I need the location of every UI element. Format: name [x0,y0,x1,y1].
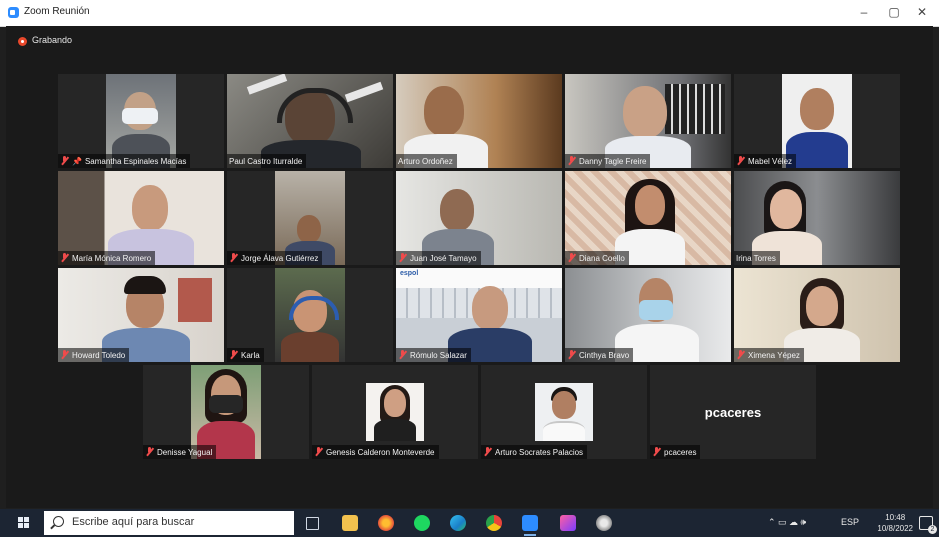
windows-taskbar: Escribe aquí para buscar ⌃ ▭ ☁ 🕪 ESP 10:… [0,509,939,537]
participant-name-tag: Paul Castro Iturralde [227,154,307,168]
paint-icon[interactable] [596,515,612,531]
firefox-icon[interactable] [378,515,394,531]
participant-tile[interactable]: Genesis Calderon Monteverde [312,365,478,459]
participant-name-tag: 📌 Samantha Espinales Macías [58,154,191,168]
participant-name-tag: Cinthya Bravo [565,348,634,362]
mic-muted-icon [567,156,576,166]
participant-name-tag: Arturo Socrates Palacios [481,445,588,459]
mic-muted-icon [229,253,238,263]
mic-muted-icon [60,350,69,360]
participant-name-tag: Arturo Ordoñez [396,154,457,168]
taskbar-clock[interactable]: 10:48 10/8/2022 [877,512,913,534]
clock-time: 10:48 [885,513,906,522]
participant-tile[interactable]: Irina Torres [734,171,900,265]
participant-tile[interactable]: Karla [227,268,393,362]
mic-muted-icon [736,350,745,360]
window-title: Zoom Reunión [24,6,90,17]
participant-tile[interactable]: Arturo Ordoñez [396,74,562,168]
participant-name-tag: Diana Coello [565,251,629,265]
restore-button[interactable]: ▢ [881,3,907,21]
task-view-icon[interactable] [306,517,319,530]
participant-tile[interactable]: Diana Coello [565,171,731,265]
mic-muted-icon [736,156,745,166]
participant-tile[interactable]: Cinthya Bravo [565,268,731,362]
participant-tile[interactable]: espol Rómulo Salazar [396,268,562,362]
participant-name-tag: Howard Toledo [58,348,130,362]
pin-icon: 📌 [72,156,82,166]
mic-muted-icon [567,253,576,263]
participant-tile[interactable]: Jorge Álava Gutiérrez [227,171,393,265]
mic-muted-icon [398,350,407,360]
participant-tile[interactable]: María Mónica Romero [58,171,224,265]
participant-display-name: pcaceres [704,405,762,420]
video-feed [275,268,345,362]
input-language[interactable]: ESP [841,517,859,527]
chrome-icon[interactable] [486,515,502,531]
edge-icon[interactable] [450,515,466,531]
participant-name-tag: Karla [227,348,264,362]
participant-tile[interactable]: Mabel Vélez [734,74,900,168]
notification-center-icon[interactable]: 2 [919,516,937,534]
mic-muted-icon [314,447,323,457]
system-tray-icons[interactable]: ⌃ ▭ ☁ 🕪 [768,517,806,528]
participant-name-tag: Denisse Yagual [143,445,217,459]
mic-muted-icon [229,350,238,360]
notification-count: 2 [928,525,937,534]
mic-muted-icon [483,447,492,457]
mic-muted-icon [398,253,407,263]
participant-name-tag: Ximena Yépez [734,348,804,362]
participant-name-tag: Danny Tagle Freire [565,154,651,168]
participant-name-tag: María Mónica Romero [58,251,156,265]
start-button[interactable] [18,517,30,529]
participant-tile[interactable]: Danny Tagle Freire [565,74,731,168]
participant-tile-active-speaker[interactable]: Paul Castro Iturralde [227,74,393,168]
profile-picture [535,383,593,441]
participant-tile[interactable]: Denisse Yagual [143,365,309,459]
participant-name-tag: pcaceres [650,445,701,459]
mic-muted-icon [60,156,69,166]
profile-picture [366,383,424,441]
clock-date: 10/8/2022 [877,524,913,533]
recording-label: Grabando [32,35,73,45]
participant-name-tag: Jorge Álava Gutiérrez [227,251,323,265]
recording-icon [18,37,27,46]
camera-app-icon[interactable] [560,515,576,531]
espol-logo: espol [400,270,419,277]
participant-tile[interactable]: Arturo Socrates Palacios [481,365,647,459]
mic-muted-icon [652,447,661,457]
taskbar-search-box[interactable]: Escribe aquí para buscar [44,511,294,535]
spotify-icon[interactable] [414,515,430,531]
participant-tile[interactable]: Howard Toledo [58,268,224,362]
participant-tile[interactable]: 📌 Samantha Espinales Macías [58,74,224,168]
participant-tile-no-video[interactable]: pcaceres pcaceres [650,365,816,459]
meeting-stage: Grabando 📌 Samantha Espinales Macías Pau… [6,26,933,508]
participant-name-tag: Juan José Tamayo [396,251,481,265]
participant-name-tag: Irina Torres [734,251,780,265]
participant-tile[interactable]: Ximena Yépez [734,268,900,362]
zoom-taskbar-icon[interactable] [522,515,538,536]
minimize-button[interactable]: – [851,3,877,21]
participant-tile[interactable]: Juan José Tamayo [396,171,562,265]
search-placeholder: Escribe aquí para buscar [72,516,195,528]
search-icon [53,516,64,527]
window-titlebar: Zoom Reunión – ▢ ✕ [0,0,939,27]
mic-muted-icon [567,350,576,360]
mic-muted-icon [145,447,154,457]
participant-name-tag: Genesis Calderon Monteverde [312,445,439,459]
zoom-app-icon [8,7,19,18]
mic-muted-icon [60,253,69,263]
close-button[interactable]: ✕ [909,3,935,21]
participant-name-tag: Rómulo Salazar [396,348,471,362]
participant-name-tag: Mabel Vélez [734,154,797,168]
file-explorer-icon[interactable] [342,515,358,531]
